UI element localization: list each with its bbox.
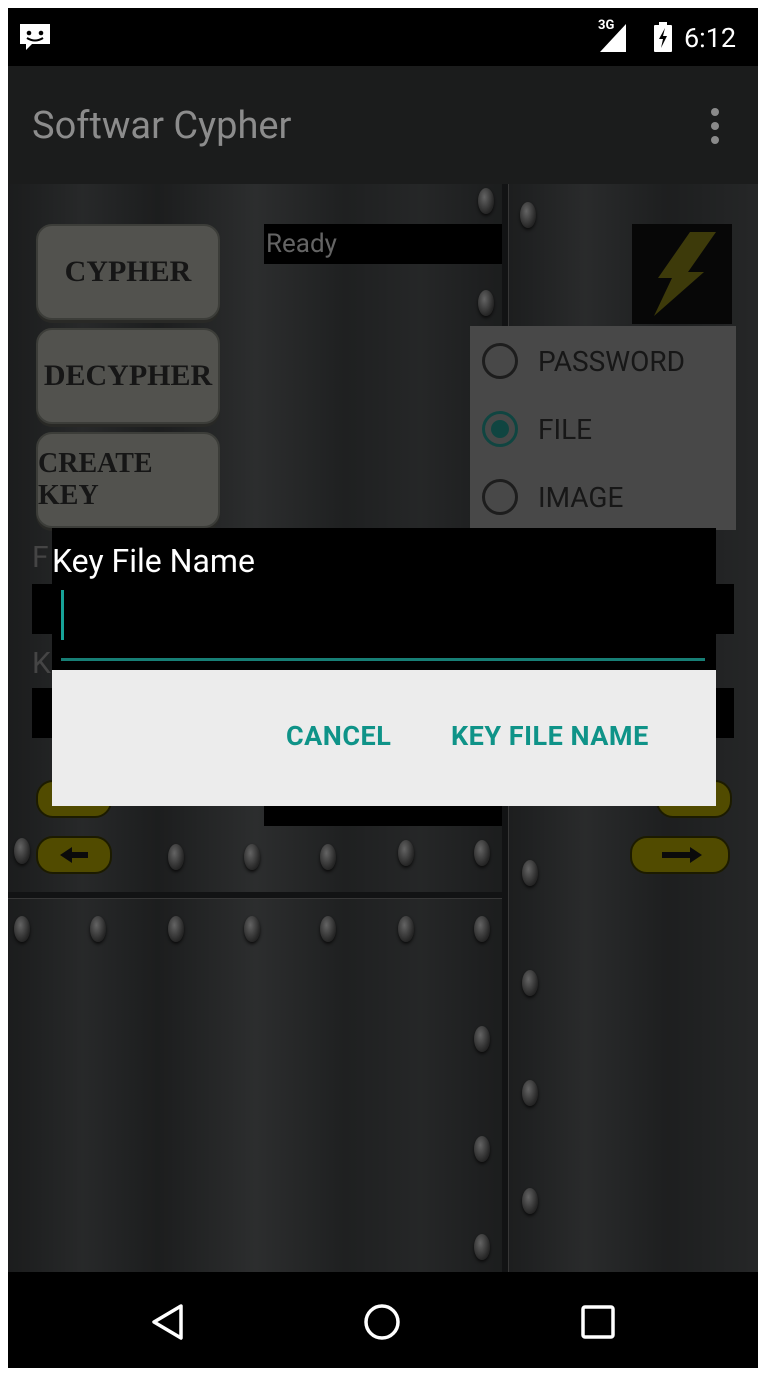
create-key-button[interactable]: CREATE KEY [36,432,220,528]
lightning-bolt-icon[interactable] [632,224,732,324]
radio-label: PASSWORD [538,344,686,378]
rivet [474,840,490,866]
panel-seam-horizontal [8,892,502,898]
rivet [320,844,336,870]
rivet [522,860,538,886]
status-bar: 3G 6:12 [8,8,758,66]
rivet [14,838,30,864]
rivet [398,916,414,942]
key-file-name-dialog: Key File Name [52,528,716,670]
navigation-bar [8,1272,758,1368]
text-cursor [61,590,64,640]
rivet [522,1188,538,1214]
rivet [474,1136,490,1162]
mode-radio-group: PASSWORD FILE IMAGE [470,326,736,530]
key-file-name-button[interactable]: KEY FILE NAME [451,720,649,752]
arrow-left-icon [60,847,88,863]
decypher-button[interactable]: DECYPHER [36,328,220,424]
radio-button[interactable] [482,479,518,515]
app-bar: Softwar Cypher [8,66,758,184]
dialog-button-bar: CANCEL KEY FILE NAME [52,670,716,806]
status-text: Ready [264,224,502,264]
rivet [168,916,184,942]
rivet [474,1234,490,1260]
app-title: Softwar Cypher [32,104,292,148]
home-icon[interactable] [362,1302,402,1342]
rivet [522,1080,538,1106]
radio-button[interactable] [482,343,518,379]
key-file-name-input[interactable] [61,658,705,661]
rivet [244,916,260,942]
back-icon[interactable] [148,1302,188,1342]
cypher-button[interactable]: CYPHER [36,224,220,320]
radio-option-image[interactable]: IMAGE [482,472,623,522]
dialog-title: Key File Name [52,542,255,580]
battery-charging-icon [654,22,672,52]
recents-icon[interactable] [580,1304,616,1340]
radio-option-password[interactable]: PASSWORD [482,336,685,386]
rivet [244,844,260,870]
radio-label: IMAGE [538,480,624,514]
cancel-button[interactable]: CANCEL [286,720,391,752]
rivet [522,970,538,996]
radio-option-file[interactable]: FILE [482,404,592,454]
rivet [320,916,336,942]
rivet [168,844,184,870]
partial-label-k: K [32,646,51,681]
radio-label: FILE [538,412,593,446]
rivet [478,188,494,214]
arrow-right-icon [662,847,702,863]
rivet [478,290,494,316]
clock: 6:12 [684,22,737,54]
rivet [90,916,106,942]
rivet [474,916,490,942]
rivet [474,1026,490,1052]
notification-message-icon [20,24,50,50]
prev-arrow-button[interactable] [36,836,112,874]
radio-button-checked[interactable] [482,411,518,447]
rivet [14,916,30,942]
phone-screen: 3G 6:12 Softwar Cypher CYPHER DECYPHER C… [8,8,758,1368]
more-vert-icon[interactable] [708,108,722,148]
rivet [398,840,414,866]
signal-icon [600,24,626,52]
next-arrow-button[interactable] [630,836,730,874]
rivet [520,202,536,228]
partial-label-f: F [32,540,49,575]
